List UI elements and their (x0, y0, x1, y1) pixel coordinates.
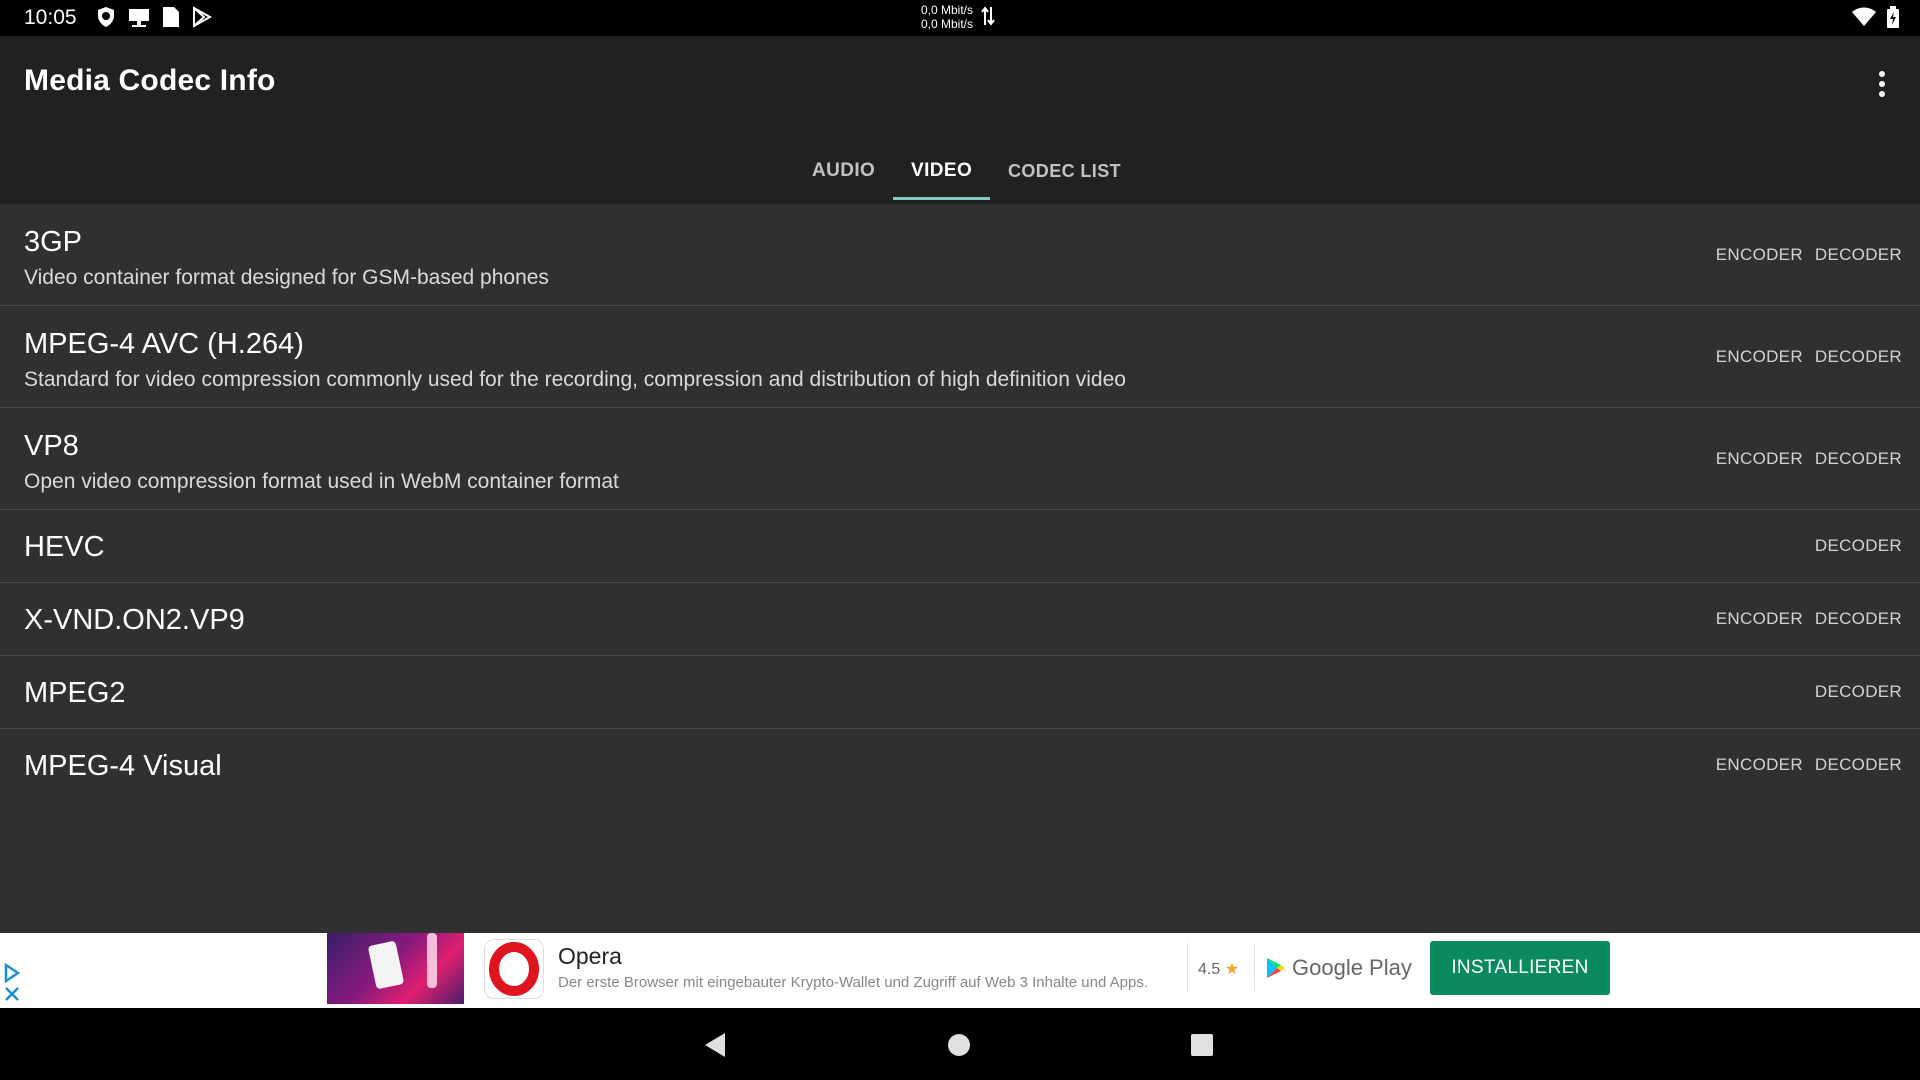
ad-choices-icon[interactable] (3, 963, 21, 983)
decoder-label: DECODER (1814, 245, 1902, 264)
data-transfer-icon (981, 6, 995, 26)
decoder-label: DECODER (1814, 536, 1902, 555)
back-icon[interactable] (704, 1032, 726, 1058)
codec-description: Video container format designed for GSM-… (24, 266, 549, 289)
codec-name: HEVC (24, 531, 105, 563)
list-item-3gp[interactable]: 3GP Video container format designed for … (0, 204, 1920, 306)
codec-name: X-VND.ON2.VP9 (24, 604, 245, 636)
google-play-badge: Google Play (1266, 955, 1412, 981)
more-vert-icon (1879, 71, 1885, 77)
encoder-label: ENCODER (1715, 449, 1803, 468)
list-item-mpeg4-visual[interactable]: MPEG-4 Visual ENCODER DECODER (0, 729, 1920, 801)
tab-video[interactable]: VIDEO (911, 140, 972, 204)
tab-audio[interactable]: AUDIO (812, 140, 875, 204)
list-item-vp8[interactable]: VP8 Open video compression format used i… (0, 408, 1920, 510)
codec-description: Standard for video compression commonly … (24, 368, 1126, 391)
status-bar: 10:05 0,0 Mbit/s 0,0 Mbit/s (0, 0, 1920, 36)
decoder-label: DECODER (1814, 347, 1902, 366)
list-item-h264[interactable]: MPEG-4 AVC (H.264) Standard for video co… (0, 306, 1920, 408)
home-icon[interactable] (948, 1034, 970, 1056)
codec-capabilities: ENCODER DECODER (1716, 245, 1902, 265)
app-title: Media Codec Info (24, 64, 276, 97)
encoder-label: ENCODER (1715, 609, 1803, 628)
codec-capabilities: ENCODER DECODER (1716, 347, 1902, 367)
network-speed: 0,0 Mbit/s 0,0 Mbit/s (921, 3, 995, 31)
codec-list: 3GP Video container format designed for … (0, 204, 1920, 801)
ad-close-icon[interactable] (4, 986, 20, 1002)
status-notification-icons (96, 6, 212, 28)
ad-app-name: Opera (558, 943, 622, 969)
encoder-label: ENCODER (1715, 347, 1803, 366)
codec-name: MPEG-4 AVC (H.264) (24, 328, 304, 360)
google-play-icon (1267, 958, 1285, 978)
decoder-label: DECODER (1814, 609, 1902, 628)
shield-icon (98, 7, 114, 27)
codec-name: VP8 (24, 430, 79, 462)
ad-description: Der erste Browser mit eingebauter Krypto… (558, 974, 1149, 991)
tab-codec-list[interactable]: CODEC LIST (1008, 140, 1121, 204)
ad-banner[interactable]: Opera Der erste Browser mit eingebauter … (0, 933, 1920, 1008)
network-speed-up: 0,0 Mbit/s (921, 3, 974, 17)
google-play-label: Google Play (1292, 955, 1412, 980)
more-options-button[interactable] (1874, 68, 1890, 104)
list-item-vp9[interactable]: X-VND.ON2.VP9 ENCODER DECODER (0, 583, 1920, 656)
codec-capabilities: ENCODER DECODER (1716, 449, 1902, 469)
codec-name: MPEG-4 Visual (24, 750, 222, 782)
codec-capabilities: DECODER (1815, 682, 1902, 702)
recents-icon[interactable] (1191, 1034, 1213, 1056)
desktop-icon (129, 9, 149, 27)
codec-capabilities: ENCODER DECODER (1716, 755, 1902, 775)
encoder-label: ENCODER (1715, 245, 1803, 264)
encoder-label: ENCODER (1715, 755, 1803, 774)
install-button[interactable]: INSTALLIEREN (1430, 941, 1610, 995)
file-icon (163, 7, 179, 27)
codec-description: Open video compression format used in We… (24, 470, 619, 493)
list-item-mpeg2[interactable]: MPEG2 DECODER (0, 656, 1920, 729)
status-system-icons (1852, 6, 1900, 28)
app-bar: Media Codec Info AUDIO VIDEO CODEC LIST (0, 36, 1920, 204)
tab-bar: AUDIO VIDEO CODEC LIST (0, 140, 1920, 204)
star-icon: ★ (1224, 961, 1240, 978)
codec-name: MPEG2 (24, 677, 126, 709)
wifi-icon (1852, 7, 1876, 26)
decoder-label: DECODER (1814, 682, 1902, 701)
list-item-hevc[interactable]: HEVC DECODER (0, 510, 1920, 583)
navigation-bar (0, 1008, 1920, 1080)
play-store-icon (193, 6, 212, 28)
decoder-label: DECODER (1814, 449, 1902, 468)
decoder-label: DECODER (1814, 755, 1902, 774)
battery-icon (1887, 6, 1899, 28)
tab-indicator (893, 197, 990, 200)
rating-value: 4.5 (1198, 961, 1221, 978)
codec-capabilities: ENCODER DECODER (1716, 609, 1902, 629)
status-time: 10:05 (24, 6, 77, 29)
ad-rating: 4.5 ★ (1198, 959, 1239, 979)
ad-image[interactable] (327, 933, 464, 1004)
network-speed-down: 0,0 Mbit/s (921, 17, 974, 31)
codec-name: 3GP (24, 226, 83, 258)
codec-capabilities: DECODER (1815, 536, 1902, 556)
opera-logo-icon (484, 939, 544, 999)
